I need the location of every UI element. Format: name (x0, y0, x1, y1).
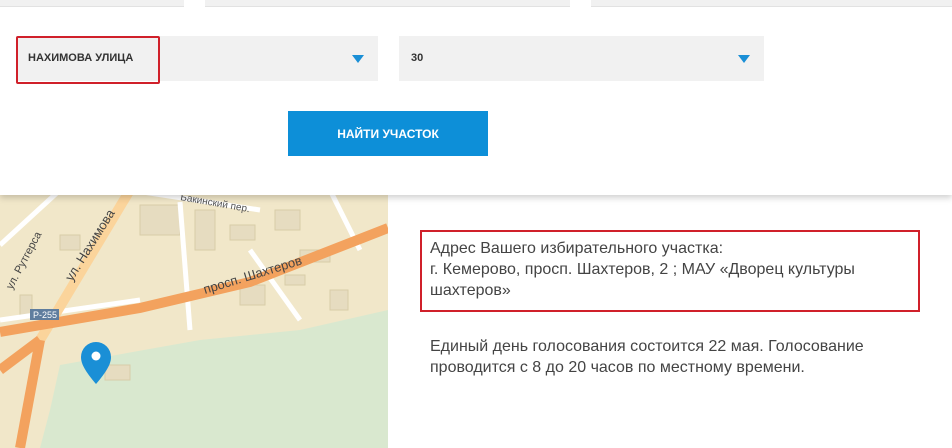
address-value: г. Кемерово, просп. Шахтеров, 2 ; МАУ «Д… (430, 261, 855, 299)
search-panel: НАХИМОВА УЛИЦА 30 НАЙТИ УЧАСТОК (0, 0, 952, 195)
polling-address: Адрес Вашего избирательного участка: г. … (430, 238, 910, 301)
address-heading: Адрес Вашего избирательного участка: (430, 240, 724, 257)
voting-info: Единый день голосования состоится 22 мая… (430, 338, 864, 376)
chevron-down-icon[interactable] (352, 55, 364, 63)
route-label: Р-255 (33, 310, 57, 320)
house-select[interactable]: 30 (399, 36, 764, 81)
street-highlight (16, 36, 160, 84)
map[interactable]: ул. Нахимова просп. Шахтеров ул. Рутгерс… (0, 190, 388, 448)
top-field-city[interactable] (0, 0, 184, 7)
find-station-button[interactable]: НАЙТИ УЧАСТОК (288, 111, 488, 156)
chevron-down-icon[interactable] (738, 55, 750, 63)
top-field-region[interactable] (591, 0, 952, 7)
top-field-district[interactable] (205, 0, 570, 7)
house-select-value: 30 (411, 52, 424, 64)
